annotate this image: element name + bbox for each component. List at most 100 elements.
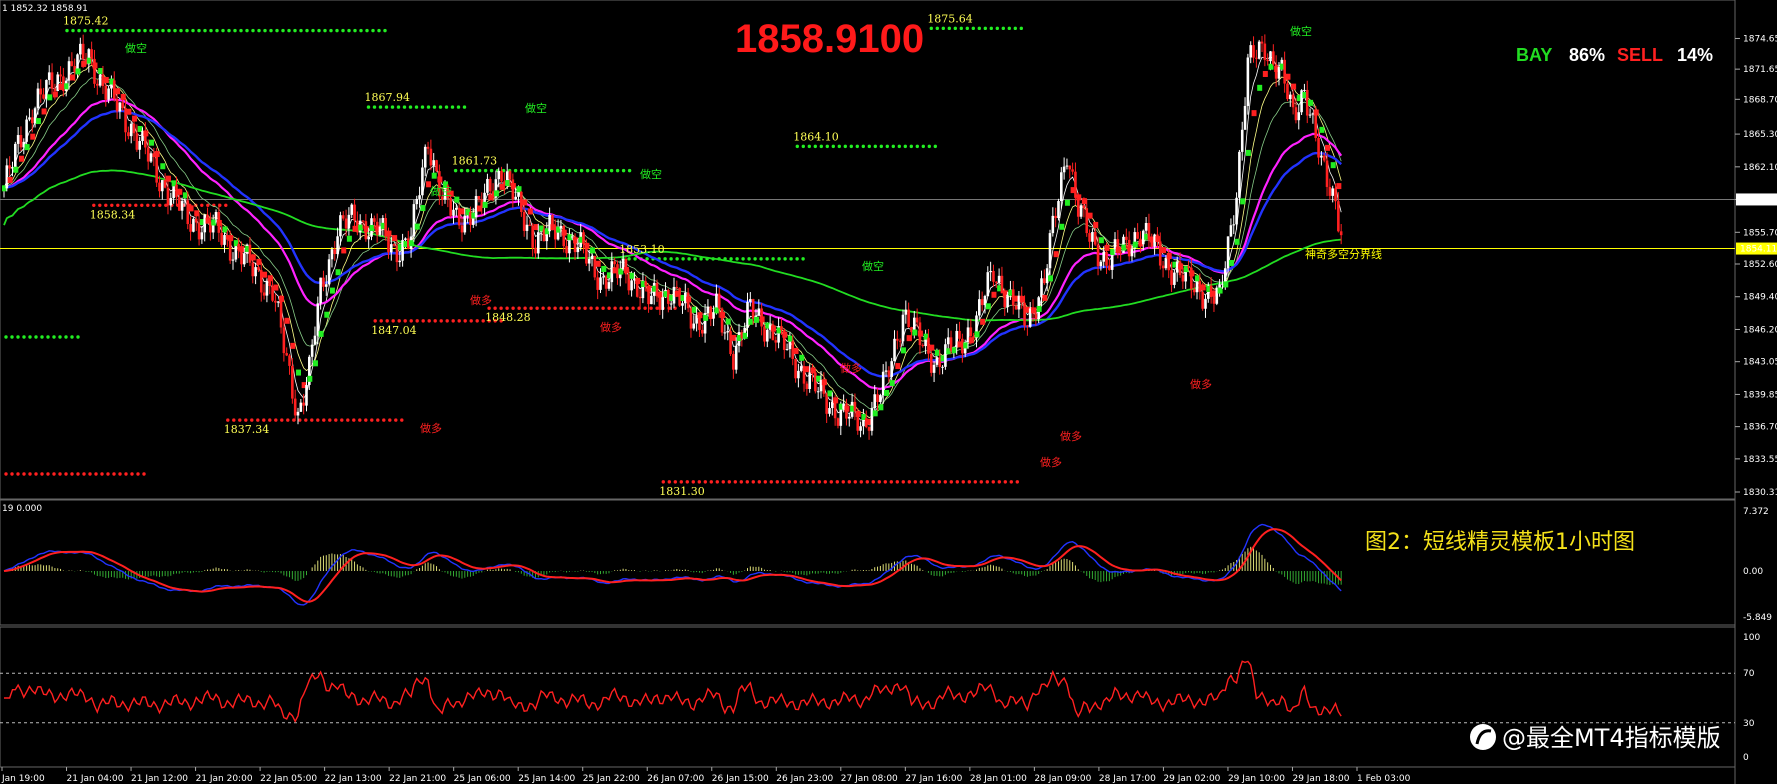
candle-body [435, 160, 438, 172]
trend-marker [731, 334, 737, 341]
candle-body [5, 165, 9, 189]
candle-body [316, 303, 320, 336]
level-dot [929, 26, 933, 31]
candle-body [859, 426, 862, 431]
level-dot [457, 319, 461, 323]
level-dot [947, 26, 951, 31]
candle-body [867, 427, 871, 431]
level-dot [439, 319, 443, 323]
candle-body [537, 232, 540, 254]
level-dot [601, 306, 605, 310]
level-dot [805, 480, 809, 484]
candle-body [1201, 291, 1204, 309]
candle-body [336, 236, 339, 255]
level-dot [465, 168, 470, 173]
trend-marker [963, 342, 969, 349]
candle-body [749, 299, 752, 302]
candle-body [1325, 160, 1329, 187]
level-dot [837, 144, 841, 149]
level-dot [143, 28, 147, 33]
candle-body [1125, 236, 1128, 240]
level-dot [885, 144, 889, 149]
trend-marker [18, 155, 24, 162]
trend-marker [759, 316, 765, 323]
level-dot [559, 306, 563, 310]
level-dot [935, 26, 939, 31]
level-dot [146, 203, 150, 207]
trend-marker [991, 291, 997, 298]
trend-marker [1087, 212, 1093, 219]
trend-marker [1110, 249, 1116, 256]
level-dot [280, 418, 284, 422]
trend-marker [1161, 247, 1167, 254]
candle-body [692, 323, 696, 329]
level-dot [391, 319, 395, 323]
level-dot [573, 168, 578, 173]
candle-body [1243, 105, 1247, 130]
signal-annotation: 做空 [1290, 24, 1312, 38]
candle-body [602, 276, 605, 278]
level-dot [185, 28, 189, 33]
level-dot [669, 257, 673, 261]
candle-body [265, 280, 269, 296]
candle-body [794, 358, 797, 379]
level-dot [811, 480, 815, 484]
candle-body [757, 308, 761, 316]
candle-body [1260, 41, 1264, 44]
level-dot [655, 306, 659, 310]
level-dot [649, 306, 653, 310]
candle-body [1218, 284, 1221, 288]
candle-body [604, 276, 608, 289]
level-dot [136, 472, 140, 476]
level-dot [112, 472, 116, 476]
level-dot [927, 144, 931, 149]
level-dot [445, 319, 449, 323]
trend-marker [267, 275, 273, 282]
level-dot [329, 28, 333, 33]
level-dot [161, 28, 165, 33]
trend-marker [358, 224, 364, 231]
price-tick-label: 1871.65 [1743, 65, 1777, 75]
level-dot [137, 28, 141, 33]
price-tick-label: 1830.31 [1743, 488, 1777, 498]
time-tick-label: 1 Feb 03:00 [1357, 774, 1411, 784]
candle-body [969, 327, 973, 337]
level-label: 1847.04 [371, 324, 417, 337]
candle-body [570, 236, 574, 238]
level-dot [733, 480, 737, 484]
level-dot [221, 28, 225, 33]
trend-marker [703, 314, 709, 321]
candle-body [1085, 208, 1089, 234]
level-dot [597, 168, 602, 173]
candle-body [700, 329, 704, 334]
candle-body [630, 280, 633, 291]
level-dot [535, 306, 539, 310]
trend-marker [505, 180, 511, 187]
level-dot [359, 28, 363, 33]
trend-marker [844, 405, 850, 412]
level-dot [28, 472, 32, 476]
candle-body [1040, 278, 1043, 298]
trend-marker [312, 360, 318, 367]
trend-marker [884, 389, 890, 396]
level-dot [661, 480, 665, 484]
candle-body [293, 398, 297, 416]
level-dot [997, 480, 1001, 484]
level-dot [633, 257, 637, 261]
signal-annotation: 做多 [840, 361, 862, 375]
level-dot [727, 480, 731, 484]
level-dot [977, 26, 981, 31]
sell-percent: 14% [1677, 45, 1713, 65]
candle-body [799, 366, 803, 371]
candle-body [1043, 278, 1046, 284]
candle-body [1051, 215, 1055, 234]
trend-marker [290, 342, 296, 349]
trend-marker [143, 130, 149, 137]
candle-body [302, 402, 305, 406]
candle-body [534, 247, 537, 254]
candle-body [200, 232, 204, 240]
trend-marker [369, 224, 375, 231]
candle-body [129, 123, 133, 137]
candle-body [1192, 289, 1196, 293]
level-dot [925, 480, 929, 484]
